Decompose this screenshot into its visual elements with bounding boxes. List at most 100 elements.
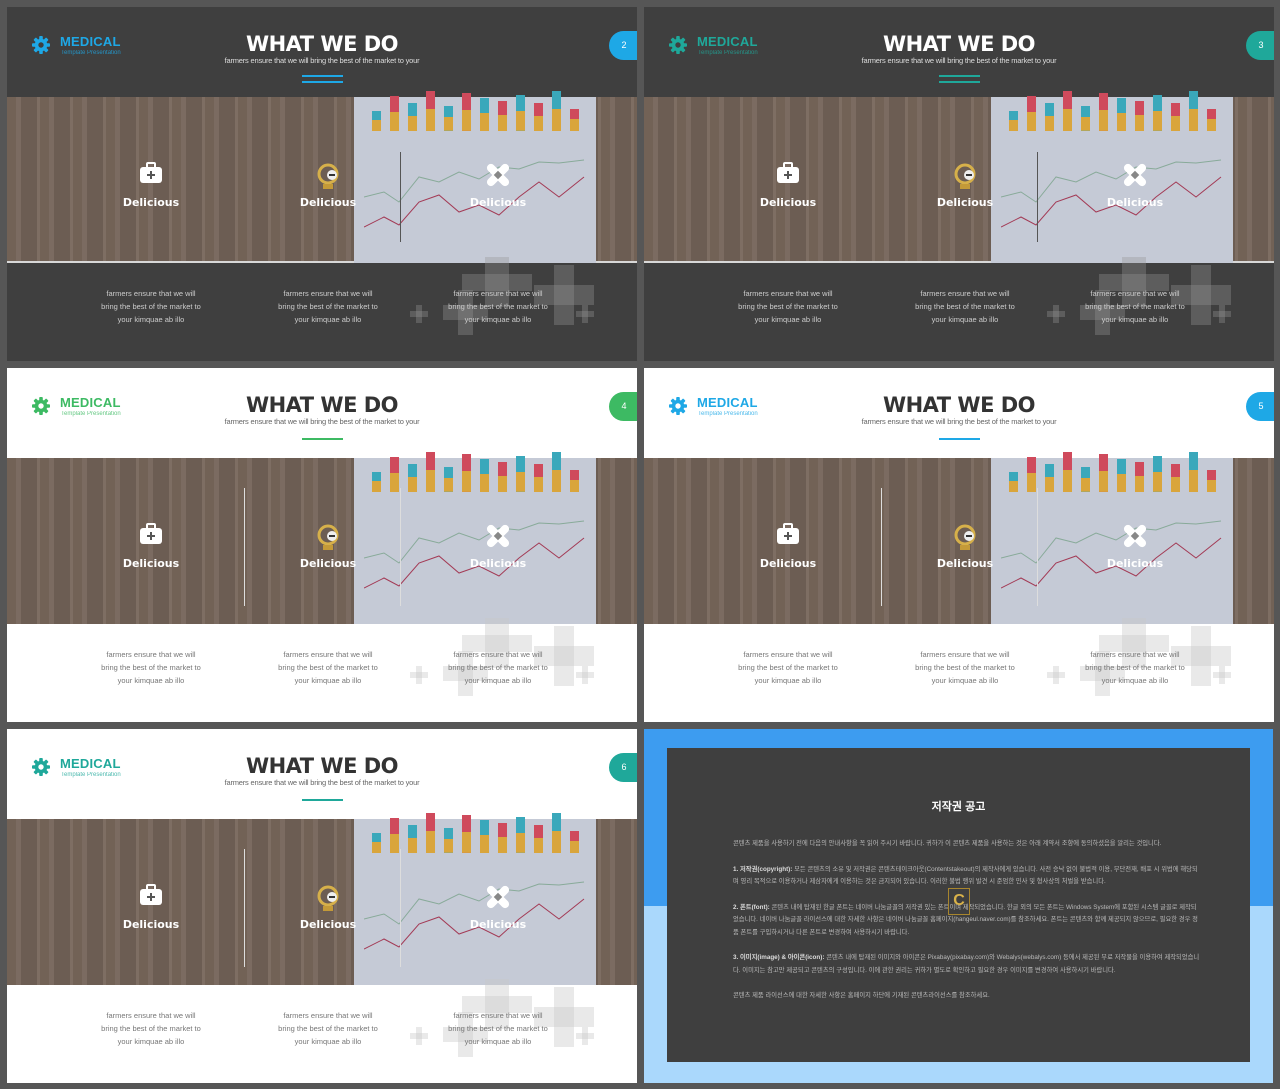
- feature-item: Delicious: [885, 523, 1045, 570]
- feature-label: Delicious: [1106, 557, 1164, 570]
- chart-bar: [408, 825, 417, 853]
- desc-line: farmers ensure that we will: [1090, 650, 1180, 659]
- bandage-icon: [1055, 523, 1215, 553]
- chart-bar: [552, 91, 561, 131]
- desc-line: farmers ensure that we will: [743, 289, 833, 298]
- feature-description: farmers ensure that we will bring the be…: [418, 648, 578, 687]
- chart-bar: [1117, 459, 1126, 492]
- chart-bar: [516, 456, 525, 492]
- chart-bar: [534, 464, 543, 492]
- chart-bar: [1081, 467, 1090, 492]
- slide-thumbnail[interactable]: MEDICAL Template Presentation WHAT WE DO…: [7, 729, 637, 1083]
- contents-logo-icon: [885, 162, 1045, 192]
- contents-logo-icon: [248, 162, 408, 192]
- feature-label: Delicious: [122, 196, 180, 209]
- contents-logo-icon: [885, 523, 1045, 553]
- slide-thumbnail[interactable]: MEDICAL Template Presentation WHAT WE DO…: [644, 7, 1274, 361]
- section-heading: 1. 저작권(copyright):: [733, 865, 793, 873]
- feature-description: farmers ensure that we will bring the be…: [248, 648, 408, 687]
- feature-description: farmers ensure that we will bring the be…: [71, 648, 231, 687]
- first-aid-kit-icon: [708, 523, 868, 553]
- desc-line: your kimquae ab illo: [464, 676, 532, 685]
- chart-bar: [426, 452, 435, 492]
- slide-subtitle: farmers ensure that we will bring the be…: [224, 417, 420, 426]
- cross-decoration: [1213, 305, 1231, 323]
- bandage-icon: [418, 162, 578, 192]
- copyright-title: 저작권 공고: [931, 801, 986, 813]
- slide-thumbnail-copyright[interactable]: 저작권 공고 콘텐츠 제품을 사용하기 전에 다음의 안내사항을 꼭 읽어 주시…: [644, 729, 1273, 1083]
- copyright-panel: 저작권 공고 콘텐츠 제품을 사용하기 전에 다음의 안내사항을 꼭 읽어 주시…: [667, 748, 1250, 1062]
- desc-line: farmers ensure that we will: [453, 650, 543, 659]
- chart-bar: [1045, 464, 1054, 492]
- slide-subtitle: farmers ensure that we will bring the be…: [224, 56, 420, 65]
- section-heading: 2. 폰트(font):: [733, 903, 770, 911]
- chart-bar: [534, 825, 543, 853]
- feature-item: Delicious: [418, 162, 578, 209]
- feature-label: Delicious: [299, 557, 357, 570]
- feature-item: Delicious: [708, 523, 868, 570]
- feature-description: farmers ensure that we will bring the be…: [708, 648, 868, 687]
- slide-thumbnail[interactable]: MEDICAL Template Presentation WHAT WE DO…: [7, 7, 637, 361]
- chart-bar: [390, 457, 399, 492]
- feature-label: Delicious: [936, 557, 994, 570]
- feature-description: farmers ensure that we will bring the be…: [71, 287, 231, 326]
- cross-decoration: [576, 666, 594, 684]
- chart-bar: [552, 452, 561, 492]
- feature-item: Delicious: [71, 884, 231, 931]
- slide-thumbnail[interactable]: MEDICAL Template Presentation WHAT WE DO…: [644, 368, 1274, 722]
- desc-line: bring the best of the market to: [1085, 663, 1185, 672]
- feature-item: Delicious: [248, 162, 408, 209]
- chart-bar: [1117, 98, 1126, 131]
- slide-thumbnail[interactable]: MEDICAL Template Presentation WHAT WE DO…: [7, 368, 637, 722]
- chart-bar: [1099, 93, 1108, 131]
- chart-bar: [372, 472, 381, 492]
- chart-bar: [372, 111, 381, 131]
- chart-bar: [390, 96, 399, 131]
- chart-bar: [480, 459, 489, 492]
- contents-logo-icon: [248, 523, 408, 553]
- chart-bar: [534, 103, 543, 131]
- feature-item: Delicious: [418, 884, 578, 931]
- desc-line: bring the best of the market to: [738, 663, 838, 672]
- page-number-badge: 3: [1246, 31, 1274, 60]
- chart-bar: [570, 109, 579, 131]
- feature-item: Delicious: [248, 884, 408, 931]
- desc-line: bring the best of the market to: [278, 1024, 378, 1033]
- chart-bar: [1189, 91, 1198, 131]
- section-heading: 3. 이미지(image) & 아이콘(icon):: [733, 954, 825, 961]
- chart-bar: [462, 454, 471, 492]
- chart-bar: [498, 462, 507, 492]
- feature-label: Delicious: [936, 196, 994, 209]
- feature-item: Delicious: [1055, 523, 1215, 570]
- desc-line: farmers ensure that we will: [106, 289, 196, 298]
- chart-bar: [1099, 454, 1108, 492]
- cross-decoration: [1213, 666, 1231, 684]
- feature-description: farmers ensure that we will bring the be…: [885, 287, 1045, 326]
- chart-bar: [462, 815, 471, 853]
- slide-subtitle: farmers ensure that we will bring the be…: [224, 778, 420, 787]
- chart-bar: [1171, 464, 1180, 492]
- feature-description: farmers ensure that we will bring the be…: [248, 287, 408, 326]
- section-text: 모든 콘텐츠의 소유 및 저작권은 콘텐츠테이크아웃(Contentstakeo…: [733, 865, 1198, 886]
- desc-line: bring the best of the market to: [101, 302, 201, 311]
- cross-decoration: [576, 305, 594, 323]
- feature-description: farmers ensure that we will bring the be…: [1055, 648, 1215, 687]
- feature-label: Delicious: [122, 557, 180, 570]
- desc-line: bring the best of the market to: [101, 1024, 201, 1033]
- cross-decoration: [576, 1027, 594, 1045]
- desc-line: farmers ensure that we will: [1090, 289, 1180, 298]
- chart-bar: [1081, 106, 1090, 131]
- slide-title: WHAT WE DO: [245, 32, 399, 56]
- copyright-body: 콘텐츠 제품을 사용하기 전에 다음의 안내사항을 꼭 읽어 주시기 바랍니다.…: [733, 838, 1201, 1016]
- page-number-badge: 4: [609, 392, 637, 421]
- desc-line: your kimquae ab illo: [117, 315, 185, 324]
- desc-line: bring the best of the market to: [448, 302, 548, 311]
- feature-label: Delicious: [469, 196, 527, 209]
- feature-item: Delicious: [418, 523, 578, 570]
- feature-item: Delicious: [708, 162, 868, 209]
- contents-logo-icon: C: [948, 888, 970, 915]
- desc-line: farmers ensure that we will: [453, 1011, 543, 1020]
- chart-bar: [444, 467, 453, 492]
- feature-label: Delicious: [759, 196, 817, 209]
- first-aid-kit-icon: [71, 162, 231, 192]
